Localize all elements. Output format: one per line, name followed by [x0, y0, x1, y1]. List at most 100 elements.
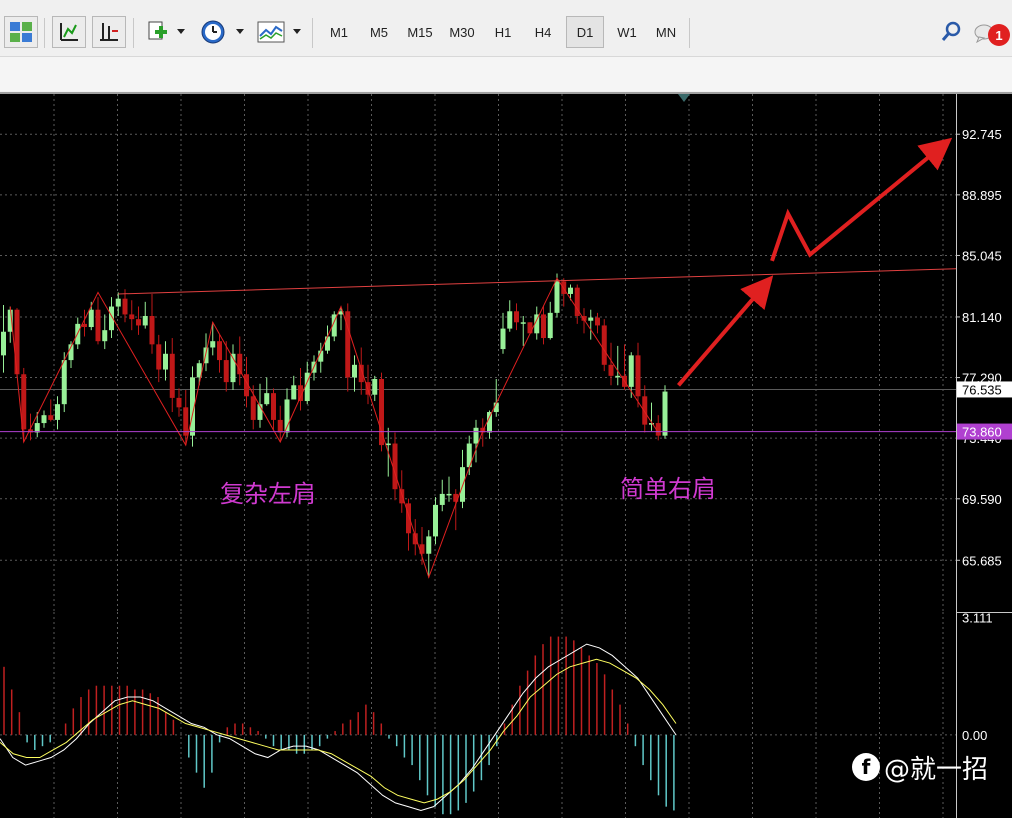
- timeframe-m30[interactable]: M30: [443, 16, 481, 48]
- macd-tick-label: 0.00: [962, 728, 987, 743]
- candle-down: [176, 397, 182, 408]
- indicators-icon[interactable]: [254, 16, 288, 48]
- reference-price-label: 76.535: [962, 382, 1002, 397]
- candle-up: [1, 331, 6, 356]
- candle-down: [223, 360, 229, 383]
- toolbar: M1 M5 M15 M30 H1 H4 D1 W1 MN 1: [0, 0, 1012, 94]
- price-tick-label: 92.745: [962, 127, 1002, 142]
- candle-down: [129, 314, 135, 320]
- candle-up: [439, 493, 445, 505]
- annotation-left-shoulder: 复杂左肩: [220, 480, 316, 508]
- candle-up: [426, 536, 432, 554]
- annotation-right-shoulder: 简单右肩: [620, 475, 716, 503]
- candle-up: [547, 312, 553, 339]
- candle-down: [136, 319, 141, 326]
- candle-down: [122, 298, 128, 315]
- candle-down: [541, 314, 546, 339]
- timeframe-m15[interactable]: M15: [401, 16, 439, 48]
- candle-down: [527, 322, 533, 334]
- candle-down: [271, 393, 276, 420]
- candle-up: [446, 493, 452, 496]
- candle-down: [149, 316, 155, 345]
- facebook-circle-icon: f: [852, 753, 880, 781]
- macd-tick-label: 3.111: [962, 612, 993, 625]
- candle-down: [169, 353, 175, 398]
- timeframe-h1[interactable]: H1: [484, 16, 522, 48]
- watermark-text: @就一招: [884, 754, 989, 785]
- clock-icon[interactable]: [196, 16, 230, 48]
- candle-up: [473, 427, 479, 444]
- candle-down: [14, 309, 20, 375]
- notification-badge[interactable]: 1: [988, 24, 1010, 46]
- candle-down: [595, 317, 600, 326]
- candle-down: [379, 378, 384, 446]
- candle-up: [102, 330, 108, 342]
- price-tick-label: 65.685: [962, 553, 1002, 568]
- toolbar-row: M1 M5 M15 M30 H1 H4 D1 W1 MN 1: [0, 8, 1012, 56]
- chevron-down-icon[interactable]: [236, 29, 244, 34]
- candle-up: [568, 287, 573, 294]
- candle-up: [264, 393, 270, 405]
- toolbar-secondary-row: [0, 56, 1012, 91]
- search-icon[interactable]: [934, 16, 968, 48]
- candle-down: [399, 489, 405, 504]
- candle-up: [325, 336, 330, 351]
- price-tick-label: 88.895: [962, 188, 1002, 203]
- candle-up: [507, 311, 513, 329]
- candle-down: [642, 396, 648, 425]
- chevron-down-icon[interactable]: [293, 29, 301, 34]
- candle-up: [662, 391, 668, 436]
- price-tick-label: 69.590: [962, 492, 1002, 507]
- price-chart[interactable]: 92.74588.89585.04581.14077.29073.44069.5…: [0, 94, 1012, 614]
- candle-down: [217, 341, 222, 361]
- candle-up: [588, 317, 594, 321]
- candle-up: [291, 385, 297, 400]
- new-chart-icon[interactable]: [140, 16, 174, 48]
- watermark: f @就一招: [852, 750, 989, 785]
- timeframe-mn[interactable]: MN: [647, 16, 685, 48]
- current-price-label: 73.860: [962, 425, 1002, 440]
- candle-up: [115, 298, 121, 307]
- candle-up: [142, 316, 148, 326]
- candle-down: [82, 323, 87, 328]
- candle-down: [608, 364, 614, 376]
- candle-up: [352, 364, 357, 378]
- separator: [689, 18, 690, 48]
- separator: [133, 18, 134, 48]
- candle-down: [95, 309, 101, 342]
- chart-shift-icon[interactable]: [92, 16, 126, 48]
- candle-up: [41, 415, 47, 424]
- candle-down: [156, 344, 162, 370]
- candle-up: [372, 378, 378, 395]
- timeframe-d1[interactable]: D1: [566, 16, 604, 48]
- timeframe-m5[interactable]: M5: [360, 16, 398, 48]
- macd-chart[interactable]: 3.111 0.00: [0, 612, 1012, 818]
- candle-up: [61, 360, 67, 405]
- profiles-icon[interactable]: [4, 16, 38, 48]
- candle-up: [433, 504, 438, 537]
- candle-up: [520, 322, 526, 324]
- timeframe-m1[interactable]: M1: [320, 16, 358, 48]
- candle-up: [210, 341, 216, 348]
- candle-down: [48, 415, 54, 420]
- separator: [44, 18, 45, 48]
- candle-up: [88, 309, 94, 328]
- candle-down: [250, 396, 256, 420]
- candle-up: [554, 281, 560, 313]
- candle-down: [601, 325, 607, 365]
- candle-up: [55, 404, 60, 420]
- price-tick-label: 81.140: [962, 310, 1002, 325]
- candle-up: [615, 375, 621, 378]
- macd-background: [0, 612, 956, 818]
- chevron-down-icon[interactable]: [177, 29, 185, 34]
- chart-line-icon[interactable]: [52, 16, 86, 48]
- candle-up: [500, 328, 506, 350]
- candle-down: [514, 311, 519, 323]
- timeframe-w1[interactable]: W1: [608, 16, 646, 48]
- timeframe-h4[interactable]: H4: [524, 16, 562, 48]
- candle-up: [385, 443, 391, 446]
- separator: [312, 18, 313, 48]
- plot-background: [0, 94, 956, 612]
- candle-up: [163, 353, 168, 370]
- candle-down: [237, 353, 243, 375]
